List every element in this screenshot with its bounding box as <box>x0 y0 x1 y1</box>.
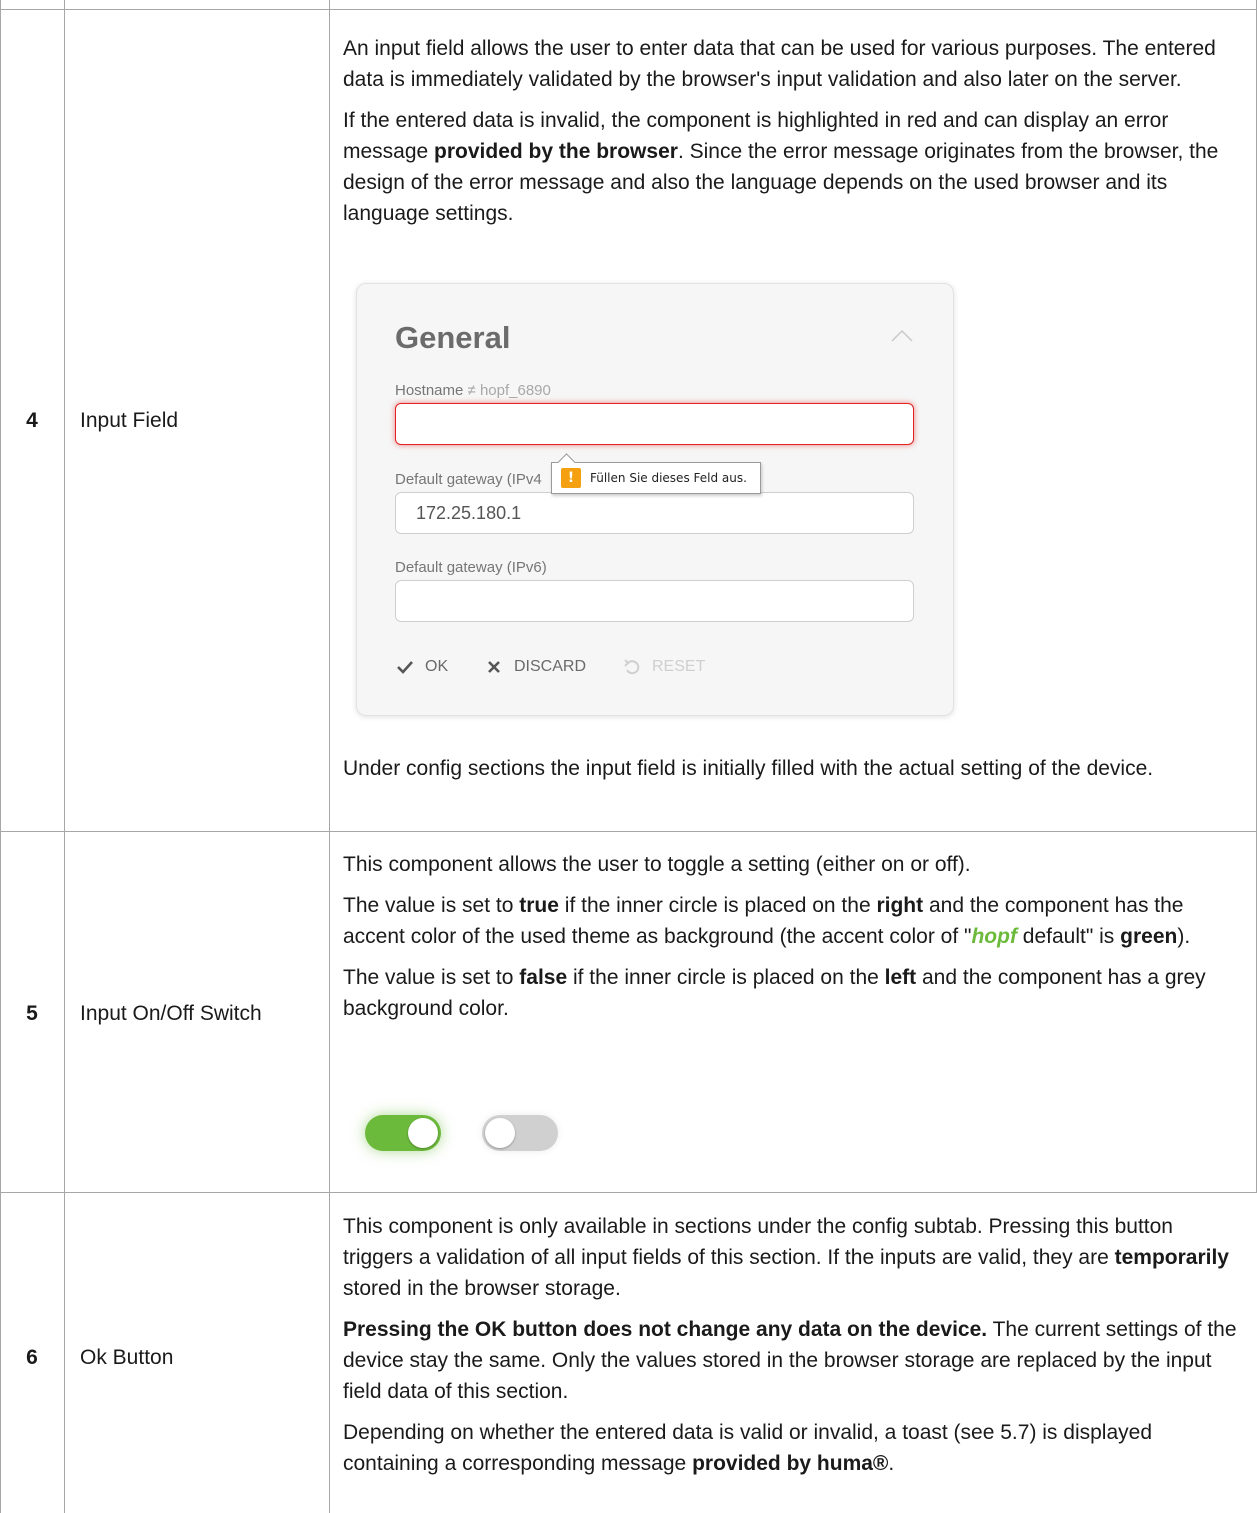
hostname-hint: ≠ hopf_6890 <box>467 382 551 399</box>
card-title: General <box>395 320 511 355</box>
toggle-switch-on[interactable] <box>365 1115 441 1151</box>
row-description: This component allows the user to toggle… <box>343 849 1248 1024</box>
gateway-ipv4-input[interactable]: 172.25.180.1 <box>395 492 914 534</box>
toggle-switch-off[interactable] <box>482 1115 558 1151</box>
gateway-ipv6-label: Default gateway (IPv6) <box>395 559 547 576</box>
gateway-ipv4-label: Default gateway (IPv4 <box>395 471 542 488</box>
row-divider <box>0 1192 1257 1193</box>
table-divider-num <box>64 0 65 1513</box>
hostname-label: Hostname ≠ hopf_6890 <box>395 382 551 399</box>
row-number: 6 <box>26 1346 38 1369</box>
warning-icon: ! <box>561 468 581 488</box>
gateway-ipv6-input[interactable] <box>395 580 914 622</box>
check-icon <box>397 661 413 674</box>
row-divider <box>0 831 1257 832</box>
row-component-name: Ok Button <box>80 1346 174 1369</box>
description-paragraph: An input field allows the user to enter … <box>343 37 1216 91</box>
table-divider-name <box>329 0 330 1513</box>
reset-button[interactable]: RESET <box>622 657 722 677</box>
toggle-knob <box>485 1118 515 1148</box>
validation-tooltip: ! Füllen Sie dieses Feld aus. <box>551 453 761 494</box>
row-divider <box>0 9 1257 10</box>
toggle-knob <box>408 1118 438 1148</box>
description-paragraph: Depending on whether the entered data is… <box>343 1421 1152 1475</box>
description-paragraph: The value is set to false if the inner c… <box>343 966 1206 1020</box>
close-icon <box>488 661 500 673</box>
description-paragraph: Pressing the OK button does not change a… <box>343 1318 1237 1403</box>
description-paragraph: If the entered data is invalid, the comp… <box>343 109 1219 225</box>
row-component-name: Input On/Off Switch <box>80 1002 262 1025</box>
description-paragraph: This component is only available in sect… <box>343 1215 1229 1300</box>
description-paragraph: Under config sections the input field is… <box>343 757 1154 780</box>
table-border-left <box>0 0 1 1513</box>
hostname-input[interactable] <box>395 403 914 445</box>
description-paragraph: The value is set to true if the inner ci… <box>343 894 1191 948</box>
discard-button[interactable]: DISCARD <box>484 657 594 677</box>
row-description: Under config sections the input field is… <box>343 753 1248 784</box>
ok-button[interactable]: OK <box>395 657 455 677</box>
chevron-up-icon[interactable] <box>890 329 914 343</box>
brand-hopf: hopf <box>971 925 1017 948</box>
description-paragraph: This component allows the user to toggle… <box>343 853 971 876</box>
tooltip-message: Füllen Sie dieses Feld aus. <box>590 471 747 485</box>
row-number: 4 <box>26 409 38 432</box>
row-component-name: Input Field <box>80 409 179 432</box>
undo-icon <box>624 659 640 675</box>
row-number: 5 <box>26 1002 38 1025</box>
row-description: This component is only available in sect… <box>343 1211 1248 1479</box>
general-settings-card: General Hostname ≠ hopf_6890 Default gat… <box>356 283 954 716</box>
row-description: An input field allows the user to enter … <box>343 33 1248 229</box>
